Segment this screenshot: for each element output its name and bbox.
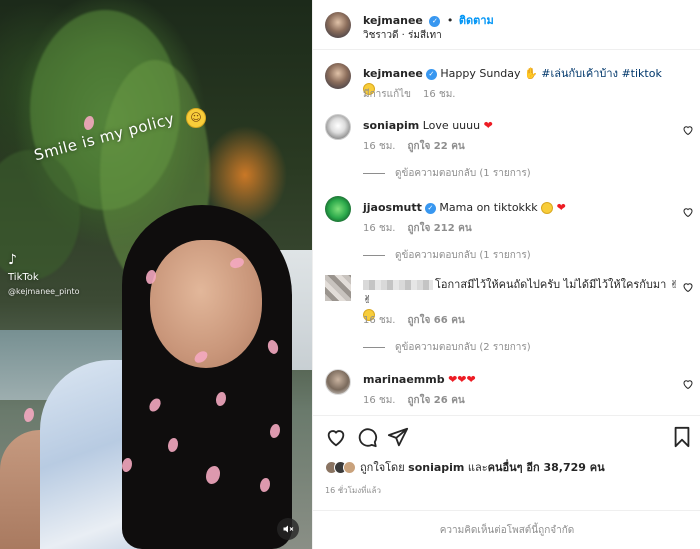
comment-text: Mama on tiktokkk [439, 201, 538, 214]
comment-text-line: jjaosmutt ✓ Mama on tiktokkk ❤ [363, 200, 663, 215]
comment-text: Love uuuu [422, 119, 481, 132]
post-header: kejmanee ✓ • ติดตาม วิชราวดี · ร่มสีเทา [313, 0, 700, 50]
comment-likes[interactable]: ถูกใจ 22 คน [407, 141, 464, 152]
likes-others[interactable]: คนอื่นๆ อีก 38,729 คน [488, 458, 605, 476]
like-comment-heart-icon[interactable] [682, 124, 694, 136]
caption: kejmanee ✓ Happy Sunday ✋ #เล่นกับเค้าบ้า… [313, 63, 700, 109]
post-details-panel: kejmanee ✓ • ติดตาม วิชราวดี · ร่มสีเทา … [312, 0, 700, 549]
like-comment-heart-icon[interactable] [682, 206, 694, 218]
comment-list[interactable]: kejmanee ✓ Happy Sunday ✋ #เล่นกับเค้าบ้า… [313, 51, 700, 415]
location-link[interactable]: วิชราวดี · ร่มสีเทา [363, 28, 442, 43]
caption-hashtags[interactable]: #เล่นกับเค้าบ้าง #tiktok [541, 67, 662, 80]
like-heart-icon[interactable] [325, 426, 347, 448]
replies-label: ดูข้อความตอบกลับ (1 รายการ) [395, 250, 531, 261]
comment-time: 16 ชม. [363, 223, 396, 234]
tiktok-logo-icon: ♪ [8, 252, 17, 268]
comment-username[interactable]: jjaosmutt [363, 201, 422, 214]
header-title: kejmanee ✓ • ติดตาม [363, 11, 494, 29]
caption-username[interactable]: kejmanee [363, 67, 423, 80]
comment-item: jjaosmutt ✓ Mama on tiktokkk ❤ 16 ชม. ถูกใ… [313, 196, 700, 268]
likes-middle: และ [467, 461, 488, 474]
post-media[interactable]: Smile is my policy ☺ ♪ TikTok @kejmanee_… [0, 0, 312, 549]
follow-button[interactable]: ติดตาม [459, 14, 494, 27]
verified-badge-icon: ✓ [429, 15, 441, 27]
comment-time: 16 ชม. [363, 315, 396, 326]
save-bookmark-icon[interactable] [671, 426, 693, 448]
header-username[interactable]: kejmanee [363, 14, 423, 27]
comment-time: 16 ชม. [363, 395, 396, 406]
action-bar [313, 415, 700, 455]
comment-bubble-icon[interactable] [356, 426, 378, 448]
replies-label: ดูข้อความตอบกลับ (1 รายการ) [395, 168, 531, 179]
comment-meta: 16 ชม. ถูกใจ 22 คน [363, 139, 477, 154]
comment-item: marinaemmb ❤❤❤ 16 ชม. ถูกใจ 26 คน [313, 369, 700, 415]
comments-limited-notice: ความคิดเห็นต่อโพสต์นี้ถูกจำกัด [313, 510, 700, 549]
comment-meta: 16 ชม. ถูกใจ 26 คน [363, 393, 477, 408]
speaker-muted-icon [283, 525, 294, 533]
separator-dot: • [446, 14, 454, 27]
comment-likes[interactable]: ถูกใจ 212 คน [407, 223, 471, 234]
red-heart-emoji-icon: ❤ [483, 119, 493, 132]
person-face [150, 240, 262, 368]
hand-emoji-icon: ✋ [524, 67, 538, 80]
petal [24, 408, 34, 422]
blurred-username[interactable] [363, 280, 433, 290]
replies-divider [363, 173, 385, 174]
comment-likes[interactable]: ถูกใจ 66 คน [407, 315, 464, 326]
like-comment-heart-icon[interactable] [682, 281, 694, 293]
comment-text: โอกาสมีไว้ให้คนถัดไปครับ ไม่ได้มีไว้ให้ใ… [435, 278, 667, 291]
comment-item: soniapim Love uuuu ❤ 16 ชม. ถูกใจ 22 คน ด… [313, 114, 700, 186]
comment-likes[interactable]: ถูกใจ 26 คน [407, 395, 464, 406]
avatar[interactable] [325, 196, 351, 222]
avatar[interactable] [325, 12, 351, 38]
comment-meta: 16 ชม. ถูกใจ 66 คน [363, 313, 477, 328]
view-replies-button[interactable]: ดูข้อความตอบกลับ (1 รายการ) [363, 166, 531, 181]
share-paper-plane-icon[interactable] [387, 426, 409, 448]
avatar[interactable] [325, 63, 351, 89]
verified-badge-icon: ✓ [424, 202, 436, 214]
comment-username[interactable]: soniapim [363, 119, 419, 132]
smiley-emoji-icon: ☺ [186, 108, 206, 128]
likes-user[interactable]: soniapim [408, 461, 464, 474]
caption-time: 16 ชม. [423, 89, 456, 100]
comment-item: โอกาสมีไว้ให้คนถัดไปครับ ไม่ได้มีไว้ให้ใ… [313, 275, 700, 365]
comment-meta: 16 ชม. ถูกใจ 212 คน [363, 221, 484, 236]
post-timestamp: 16 ชั่วโมงที่แล้ว [325, 486, 381, 495]
tiktok-handle: @kejmanee_pinto [8, 287, 80, 296]
view-replies-button[interactable]: ดูข้อความตอบกลับ (2 รายการ) [363, 340, 531, 355]
comment-username[interactable]: marinaemmb [363, 373, 445, 386]
like-comment-heart-icon[interactable] [682, 378, 694, 390]
avatar[interactable] [325, 275, 351, 301]
comment-text-line: marinaemmb ❤❤❤ [363, 372, 663, 387]
red-heart-emoji-icon: ❤ [556, 201, 566, 214]
comment-time: 16 ชม. [363, 141, 396, 152]
edited-label: มีการแก้ไข [363, 89, 411, 100]
comment-text-line: soniapim Love uuuu ❤ [363, 118, 663, 133]
red-heart-emoji-icon: ❤❤❤ [448, 373, 476, 386]
likes-prefix: ถูกใจโดย [360, 461, 405, 474]
replies-divider [363, 347, 385, 348]
avatar[interactable] [325, 369, 351, 395]
likes-summary[interactable]: ถูกใจโดย soniapim และ คนอื่นๆ อีก 38,729 … [325, 458, 605, 476]
grinning-face-emoji-icon [541, 202, 554, 214]
replies-divider [363, 255, 385, 256]
tiktok-wordmark: TikTok [8, 272, 39, 283]
replies-label: ดูข้อความตอบกลับ (2 รายการ) [395, 342, 531, 353]
verified-badge-icon: ✓ [425, 68, 437, 80]
caption-text: Happy Sunday [440, 67, 521, 80]
avatar[interactable] [325, 114, 351, 140]
caption-meta: มีการแก้ไข 16 ชม. [363, 87, 467, 102]
avatar [343, 460, 356, 474]
view-replies-button[interactable]: ดูข้อความตอบกลับ (1 รายการ) [363, 248, 531, 263]
mute-button[interactable] [277, 518, 299, 540]
